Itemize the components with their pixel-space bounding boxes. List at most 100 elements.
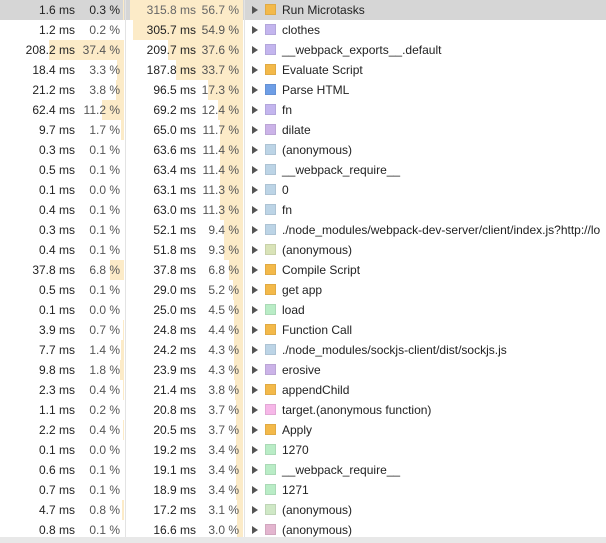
self-percent: 3.8 % [89,83,120,97]
expand-triangle-icon[interactable] [252,166,258,174]
activity-name: 0 [282,183,289,197]
column-divider [244,360,245,380]
expand-triangle-icon[interactable] [252,466,258,474]
table-row[interactable]: 21.2 ms 3.8 % 96.5 ms 17.3 % Parse HTML [0,80,606,100]
table-row[interactable]: 7.7 ms 1.4 % 24.2 ms 4.3 % ./node_modules/so… [0,340,606,360]
category-color-icon [265,324,276,335]
total-time: 209.7 ms [146,43,196,57]
column-divider [125,340,126,360]
table-row[interactable]: 1.1 ms 0.2 % 20.8 ms 3.7 % target.(anonymous… [0,400,606,420]
table-row[interactable]: 0.1 ms 0.0 % 19.2 ms 3.4 % 1270 [0,440,606,460]
self-time: 4.7 ms [38,503,75,517]
horizontal-scrollbar[interactable] [0,537,606,543]
table-row[interactable]: 0.7 ms 0.1 % 18.9 ms 3.4 % 1271 [0,480,606,500]
total-time: 19.2 ms [153,443,196,457]
activity-name: 1270 [282,443,309,457]
expand-triangle-icon[interactable] [252,366,258,374]
expand-triangle-icon[interactable] [252,26,258,34]
expand-triangle-icon[interactable] [252,346,258,354]
expand-triangle-icon[interactable] [252,406,258,414]
category-color-icon [265,144,276,155]
self-time: 2.3 ms [38,383,75,397]
expand-triangle-icon[interactable] [252,206,258,214]
category-color-icon [265,384,276,395]
total-time: 17.2 ms [153,503,196,517]
self-time-bar [120,360,124,380]
table-row[interactable]: 4.7 ms 0.8 % 17.2 ms 3.1 % (anonymous) [0,500,606,520]
total-percent: 3.1 % [208,503,239,517]
table-row[interactable]: 37.8 ms 6.8 % 37.8 ms 6.8 % Compile Script [0,260,606,280]
column-divider [244,180,245,200]
table-row[interactable]: 0.4 ms 0.1 % 51.8 ms 9.3 % (anonymous) [0,240,606,260]
column-divider [125,240,126,260]
self-time-bar [121,340,124,360]
table-row[interactable]: 1.2 ms 0.2 % 305.7 ms 54.9 % clothes [0,20,606,40]
expand-triangle-icon[interactable] [252,326,258,334]
total-time: 69.2 ms [153,103,196,117]
expand-triangle-icon[interactable] [252,246,258,254]
expand-triangle-icon[interactable] [252,86,258,94]
self-percent: 0.1 % [89,463,120,477]
table-row[interactable]: 0.5 ms 0.1 % 63.4 ms 11.4 % __webpack_requir… [0,160,606,180]
total-time: 37.8 ms [153,263,196,277]
self-time: 0.1 ms [38,443,75,457]
expand-triangle-icon[interactable] [252,446,258,454]
self-time-bar [123,0,124,20]
expand-triangle-icon[interactable] [252,46,258,54]
self-percent: 0.1 % [89,143,120,157]
total-percent: 33.7 % [201,63,239,77]
self-percent: 0.0 % [89,443,120,457]
expand-triangle-icon[interactable] [252,306,258,314]
self-time: 0.3 ms [38,143,75,157]
column-divider [125,40,126,60]
expand-triangle-icon[interactable] [252,526,258,534]
total-time: 305.7 ms [146,23,196,37]
table-row[interactable]: 0.1 ms 0.0 % 63.1 ms 11.3 % 0 [0,180,606,200]
expand-triangle-icon[interactable] [252,106,258,114]
self-percent: 0.1 % [89,203,120,217]
expand-triangle-icon[interactable] [252,266,258,274]
expand-triangle-icon[interactable] [252,426,258,434]
self-percent: 0.1 % [89,283,120,297]
table-row[interactable]: 0.5 ms 0.1 % 29.0 ms 5.2 % get app [0,280,606,300]
self-time: 1.1 ms [38,403,75,417]
activity-name: (anonymous) [282,503,353,517]
table-row[interactable]: 0.4 ms 0.1 % 63.0 ms 11.3 % fn [0,200,606,220]
total-percent: 5.2 % [208,283,239,297]
table-row[interactable]: 0.1 ms 0.0 % 25.0 ms 4.5 % load [0,300,606,320]
expand-triangle-icon[interactable] [252,286,258,294]
table-row[interactable]: 18.4 ms 3.3 % 187.8 ms 33.7 % Evaluate Scrip… [0,60,606,80]
table-row[interactable]: 2.2 ms 0.4 % 20.5 ms 3.7 % Apply [0,420,606,440]
table-row[interactable]: 0.3 ms 0.1 % 63.6 ms 11.4 % (anonymous) [0,140,606,160]
table-row[interactable]: 0.6 ms 0.1 % 19.1 ms 3.4 % __webpack_require… [0,460,606,480]
expand-triangle-icon[interactable] [252,6,258,14]
expand-triangle-icon[interactable] [252,146,258,154]
column-divider [125,200,126,220]
expand-triangle-icon[interactable] [252,226,258,234]
column-divider [125,500,126,520]
category-color-icon [265,224,276,235]
column-divider [244,320,245,340]
expand-triangle-icon[interactable] [252,486,258,494]
activity-name: clothes [282,23,321,37]
expand-triangle-icon[interactable] [252,386,258,394]
table-row[interactable]: 0.3 ms 0.1 % 52.1 ms 9.4 % ./node_modules/we… [0,220,606,240]
table-row[interactable]: 9.8 ms 1.8 % 23.9 ms 4.3 % erosive [0,360,606,380]
column-divider [244,420,245,440]
self-time: 37.8 ms [32,263,75,277]
table-row[interactable]: 2.3 ms 0.4 % 21.4 ms 3.8 % appendChild [0,380,606,400]
column-divider [244,500,245,520]
expand-triangle-icon[interactable] [252,506,258,514]
expand-triangle-icon[interactable] [252,126,258,134]
table-row[interactable]: 9.7 ms 1.7 % 65.0 ms 11.7 % dilate [0,120,606,140]
total-time: 63.1 ms [153,183,196,197]
expand-triangle-icon[interactable] [252,186,258,194]
category-color-icon [265,164,276,175]
category-color-icon [265,264,276,275]
table-row[interactable]: 208.2 ms 37.4 % 209.7 ms 37.6 % __webpack_ex… [0,40,606,60]
column-divider [244,40,245,60]
expand-triangle-icon[interactable] [252,66,258,74]
table-row[interactable]: 62.4 ms 11.2 % 69.2 ms 12.4 % fn [0,100,606,120]
table-row[interactable]: 1.6 ms 0.3 % 315.8 ms 56.7 % Run Microtasks [0,0,606,20]
table-row[interactable]: 3.9 ms 0.7 % 24.8 ms 4.4 % Function Call [0,320,606,340]
